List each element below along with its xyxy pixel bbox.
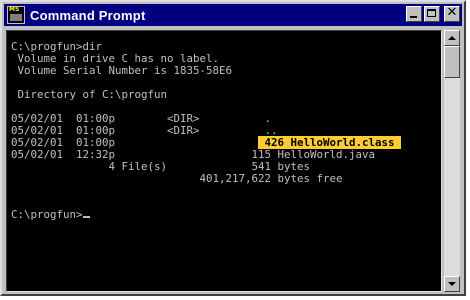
command-prompt-window: MS Command Prompt ✕ C:\progfun>dir Volum… <box>0 0 466 296</box>
console-line: Volume Serial Number is 1835-58E6 <box>11 64 233 77</box>
app-icon[interactable]: MS <box>7 6 25 24</box>
vertical-scrollbar[interactable] <box>444 30 460 292</box>
window-controls: ✕ <box>404 5 460 22</box>
scroll-down-icon <box>448 282 456 286</box>
maximize-icon <box>427 9 436 17</box>
prompt-line: C:\progfun> <box>11 209 90 221</box>
minimize-button[interactable] <box>406 6 422 22</box>
scrollbar-thumb[interactable] <box>444 46 460 78</box>
minimize-icon <box>410 16 417 18</box>
console-output[interactable]: C:\progfun>dir Volume in drive C has no … <box>6 30 442 292</box>
close-icon: ✕ <box>446 5 458 20</box>
title-bar[interactable]: MS Command Prompt ✕ <box>4 4 462 26</box>
scroll-up-icon <box>448 36 456 40</box>
text-cursor <box>82 216 90 218</box>
console-line: Directory of C:\progfun <box>11 88 168 101</box>
close-button[interactable]: ✕ <box>444 5 460 22</box>
scroll-down-button[interactable] <box>444 276 460 292</box>
window-title: Command Prompt <box>30 7 146 23</box>
prompt-text: C:\progfun> <box>11 208 83 221</box>
console-line: 401,217,622 bytes free <box>11 172 343 185</box>
maximize-button[interactable] <box>424 6 440 22</box>
app-icon-label: MS <box>9 6 20 13</box>
scroll-up-button[interactable] <box>444 30 460 46</box>
